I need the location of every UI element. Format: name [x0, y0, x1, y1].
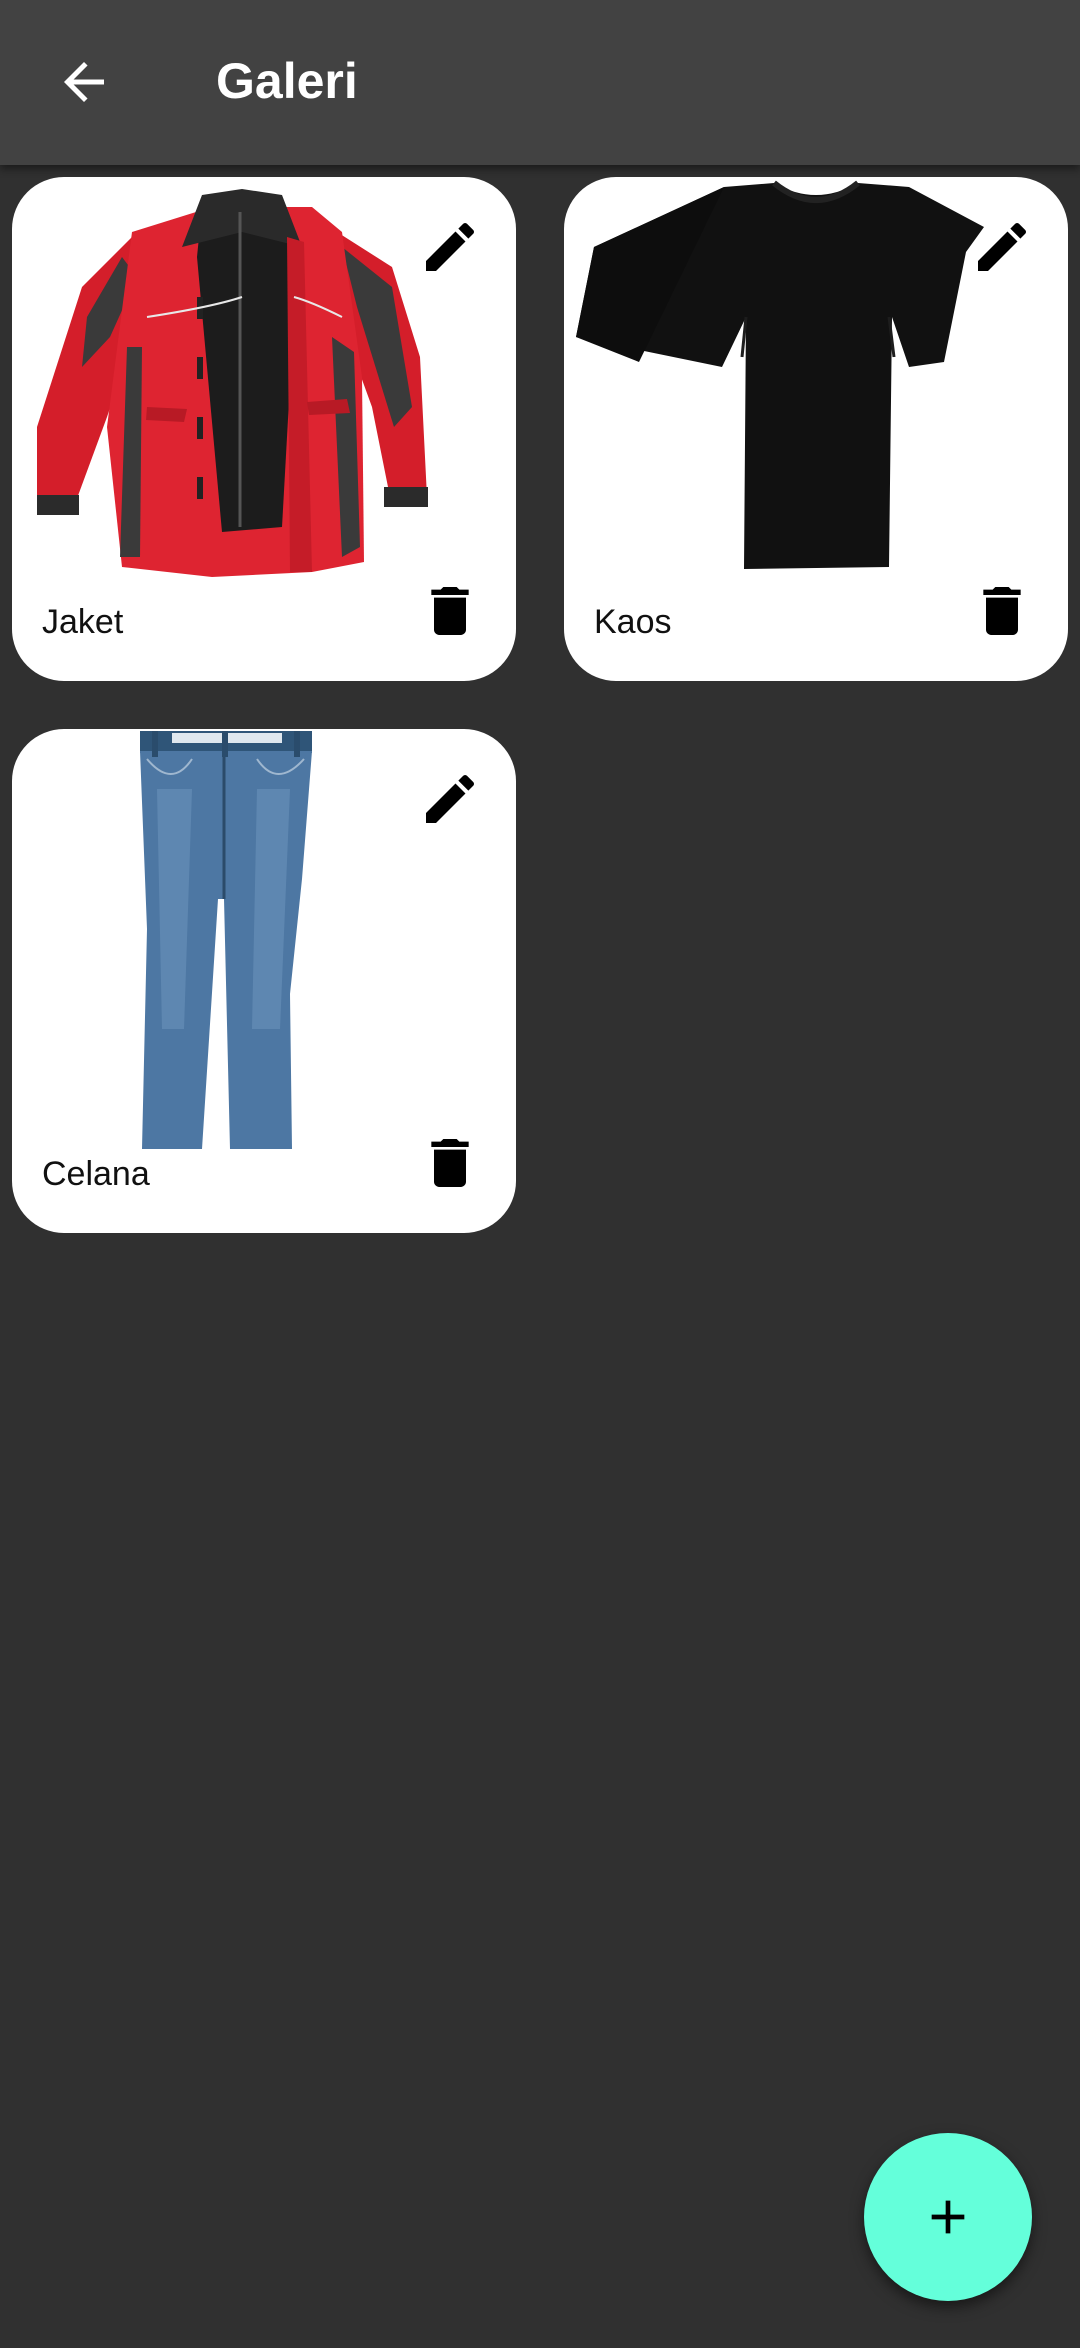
pencil-icon — [426, 222, 475, 271]
pencil-icon — [978, 222, 1027, 271]
delete-button[interactable] — [966, 575, 1038, 647]
trash-icon — [983, 587, 1021, 635]
back-button[interactable] — [42, 40, 126, 124]
pencil-icon — [426, 774, 475, 823]
delete-button[interactable] — [414, 1127, 486, 1199]
edit-button[interactable] — [414, 763, 486, 835]
delete-button[interactable] — [414, 575, 486, 647]
edit-button[interactable] — [966, 211, 1038, 283]
arrow-back-icon — [64, 62, 104, 102]
gallery-card-jaket[interactable]: Jaket — [12, 177, 516, 681]
app-bar: Galeri — [0, 0, 1080, 165]
trash-icon — [431, 1139, 469, 1187]
add-item-fab[interactable] — [864, 2133, 1032, 2301]
card-label: Celana — [42, 1155, 150, 1193]
edit-button[interactable] — [414, 211, 486, 283]
card-label: Jaket — [42, 603, 124, 641]
gallery-card-kaos[interactable]: Kaos — [564, 177, 1068, 681]
trash-icon — [431, 587, 469, 635]
gallery-card-celana[interactable]: Celana — [12, 729, 516, 1233]
page-title: Galeri — [216, 53, 358, 109]
plus-icon — [931, 2200, 965, 2234]
card-label: Kaos — [594, 603, 672, 641]
